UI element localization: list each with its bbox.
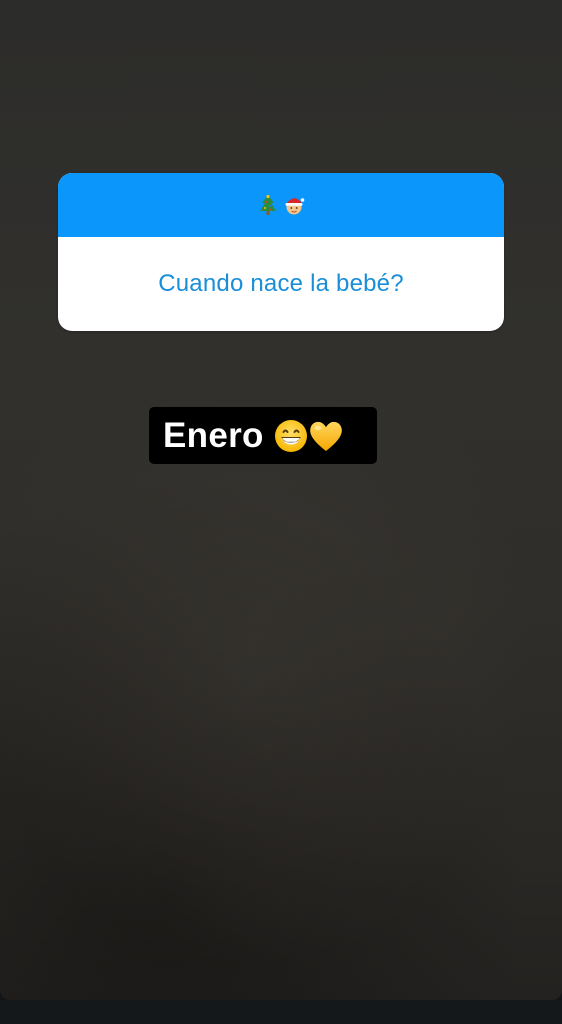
yellow-heart-icon: [309, 421, 342, 451]
bottom-bar: [0, 1000, 562, 1024]
story-background: Cuando nace la bebé? Enero: [0, 0, 562, 1000]
question-sticker[interactable]: Cuando nace la bebé?: [58, 173, 504, 331]
santa-baby-icon: [285, 198, 305, 215]
christmas-tree-icon: [260, 194, 276, 215]
answer-text: Enero: [163, 415, 264, 455]
answer-emojis: [274, 419, 344, 453]
question-sticker-header: [58, 173, 504, 237]
question-sticker-body: Cuando nace la bebé?: [58, 237, 504, 331]
grinning-face-icon: [274, 419, 307, 452]
answer-sticker[interactable]: Enero: [149, 407, 377, 464]
question-text: Cuando nace la bebé?: [158, 270, 404, 297]
